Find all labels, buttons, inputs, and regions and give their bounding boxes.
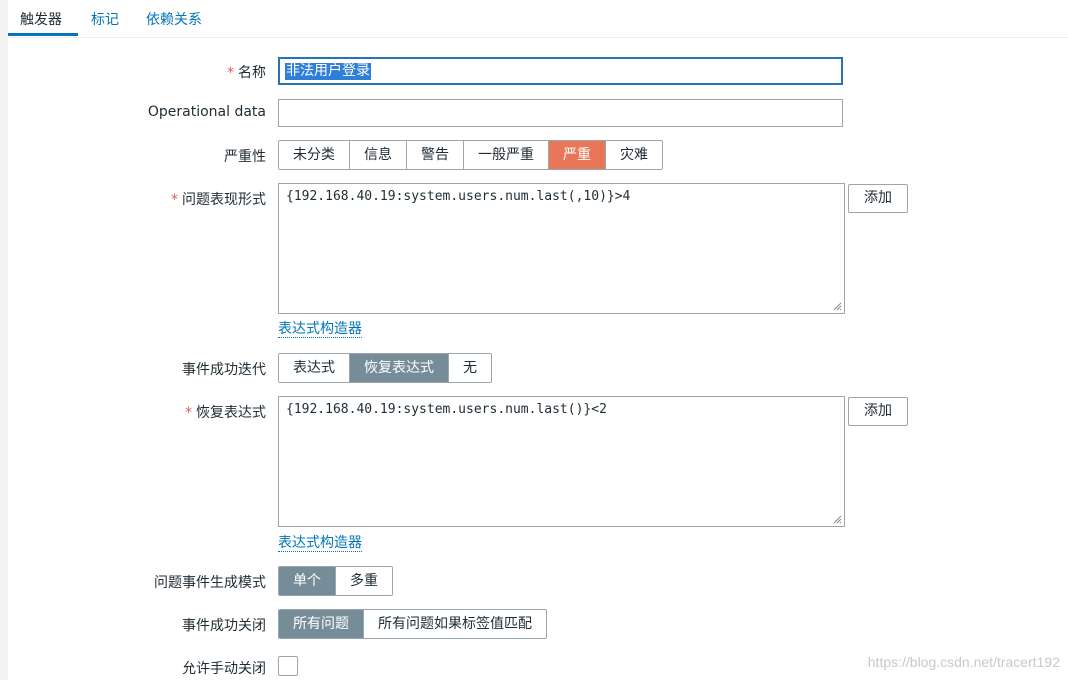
tab-bar: 触发器 标记 依赖关系	[8, 0, 1068, 38]
mode-single-button[interactable]: 单个	[279, 567, 336, 595]
problem-expression-label: * 问题表现形式	[171, 192, 266, 208]
recovery-expression-value: {192.168.40.19:system.users.num.last()}<…	[286, 402, 607, 417]
severity-not-classified-button[interactable]: 未分类	[279, 141, 350, 169]
name-label: * 名称	[227, 65, 266, 81]
watermark: https://blog.csdn.net/tracert192	[867, 654, 1060, 670]
required-marker: *	[185, 405, 192, 421]
severity-selector: 未分类 信息 警告 一般严重 严重 灾难	[278, 140, 663, 170]
severity-high-button[interactable]: 严重	[549, 141, 606, 169]
ok-event-closes-selector: 所有问题 所有问题如果标签值匹配	[278, 609, 547, 639]
name-field[interactable]: 非法用户登录	[278, 57, 843, 85]
recovery-expression-textarea[interactable]: {192.168.40.19:system.users.num.last()}<…	[278, 396, 845, 527]
close-tag-match-button[interactable]: 所有问题如果标签值匹配	[364, 610, 546, 638]
active-tab-underline	[8, 33, 78, 36]
problem-expression-builder-link[interactable]: 表达式构造器	[278, 321, 362, 338]
ok-event-recovery-expression-button[interactable]: 恢复表达式	[350, 354, 449, 382]
allow-manual-close-checkbox[interactable]	[278, 656, 298, 676]
ok-event-generation-label: 事件成功迭代	[182, 362, 266, 378]
resize-grip-icon[interactable]	[832, 514, 842, 524]
severity-warning-button[interactable]: 警告	[407, 141, 464, 169]
ok-event-expression-button[interactable]: 表达式	[279, 354, 350, 382]
tab-tags[interactable]: 标记	[91, 9, 119, 29]
required-marker: *	[171, 192, 178, 208]
required-marker: *	[227, 65, 234, 81]
severity-disaster-button[interactable]: 灾难	[606, 141, 662, 169]
problem-event-mode-selector: 单个 多重	[278, 566, 393, 596]
severity-information-button[interactable]: 信息	[350, 141, 407, 169]
allow-manual-close-label: 允许手动关闭	[182, 661, 266, 677]
recovery-expression-builder-link[interactable]: 表达式构造器	[278, 535, 362, 552]
problem-expression-textarea[interactable]: {192.168.40.19:system.users.num.last(,10…	[278, 183, 845, 314]
add-problem-expression-button[interactable]: 添加	[848, 184, 908, 213]
recovery-expression-label: * 恢复表达式	[185, 405, 266, 421]
mode-multiple-button[interactable]: 多重	[336, 567, 392, 595]
left-edge-strip	[0, 0, 8, 680]
resize-grip-icon[interactable]	[832, 301, 842, 311]
ok-event-generation-selector: 表达式 恢复表达式 无	[278, 353, 492, 383]
severity-average-button[interactable]: 一般严重	[464, 141, 549, 169]
tab-trigger[interactable]: 触发器	[20, 9, 62, 29]
operational-data-label: Operational data	[147, 104, 266, 120]
operational-data-field[interactable]	[278, 99, 843, 127]
ok-event-none-button[interactable]: 无	[449, 354, 491, 382]
close-all-problems-button[interactable]: 所有问题	[279, 610, 364, 638]
severity-label: 严重性	[224, 149, 266, 165]
ok-event-closes-label: 事件成功关闭	[182, 618, 266, 634]
add-recovery-expression-button[interactable]: 添加	[848, 397, 908, 426]
problem-expression-value: {192.168.40.19:system.users.num.last(,10…	[286, 189, 631, 204]
problem-event-mode-label: 问题事件生成模式	[154, 575, 266, 591]
tab-dependencies[interactable]: 依赖关系	[146, 9, 202, 29]
name-value: 非法用户登录	[285, 63, 371, 80]
